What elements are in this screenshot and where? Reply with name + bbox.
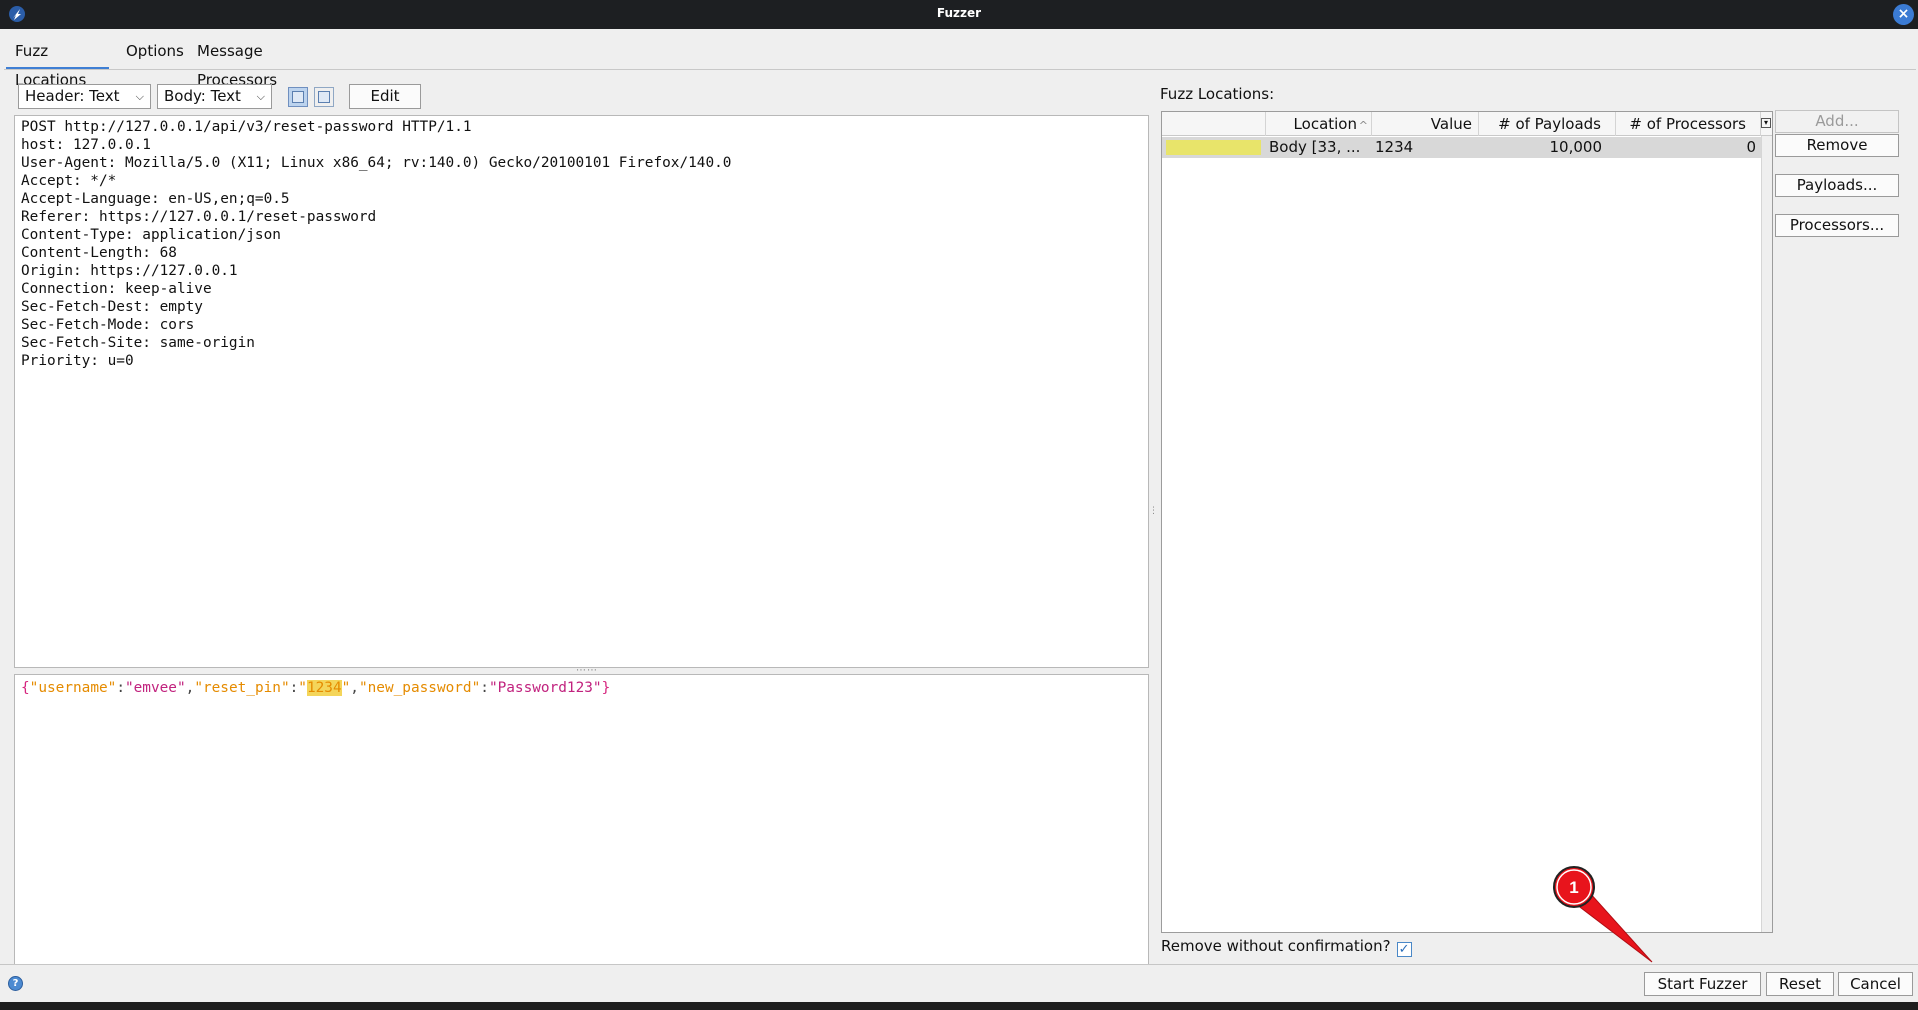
tab-divider xyxy=(4,69,1916,70)
sort-ascending-icon: ^ xyxy=(1358,119,1368,132)
body-line: {"username":"emvee","reset_pin":"1234","… xyxy=(21,680,611,696)
table-header: Location ^ Value # of Payloads # of Proc… xyxy=(1162,112,1772,136)
body-view-select[interactable]: Body: Text ⌵ xyxy=(157,84,272,109)
table-scrollbar[interactable] xyxy=(1761,136,1772,932)
chevron-down-icon: ⌵ xyxy=(135,90,144,103)
pane-splitter-handle[interactable]: ⋮ xyxy=(1149,507,1158,516)
fuzzer-dialog: Fuzz Locations Options Message Processor… xyxy=(0,29,1918,1002)
request-header-editor[interactable]: POST http://127.0.0.1/api/v3/reset-passw… xyxy=(14,115,1149,668)
processors-button[interactable]: Processors... xyxy=(1775,214,1899,237)
table-row[interactable]: Body [33, ... 1234 10,000 0 xyxy=(1162,137,1761,158)
body-view-value: Body: Text xyxy=(164,87,241,105)
dialog-button-bar: ? Start Fuzzer Reset Cancel xyxy=(0,964,1918,1002)
split-vertical-icon[interactable] xyxy=(288,87,308,107)
header-line: Sec-Fetch-Dest: empty xyxy=(21,299,203,315)
remove-confirmation-checkbox[interactable]: ✓ xyxy=(1396,942,1412,957)
cell-location: Body [33, ... xyxy=(1269,138,1361,156)
edit-button[interactable]: Edit xyxy=(349,84,421,109)
start-fuzzer-button[interactable]: Start Fuzzer xyxy=(1644,972,1761,996)
reset-button[interactable]: Reset xyxy=(1766,972,1834,996)
chevron-down-icon: ⌵ xyxy=(256,90,265,103)
column-processors[interactable]: # of Processors xyxy=(1616,112,1761,136)
window-title: Fuzzer xyxy=(936,6,982,20)
close-icon[interactable]: × xyxy=(1893,4,1914,25)
header-view-select[interactable]: Header: Text ⌵ xyxy=(18,84,151,109)
tab-fuzz-locations[interactable]: Fuzz Locations xyxy=(6,37,109,89)
column-payloads[interactable]: # of Payloads xyxy=(1479,112,1616,136)
request-body-editor[interactable]: {"username":"emvee","reset_pin":"1234","… xyxy=(14,674,1149,991)
tab-options[interactable]: Options xyxy=(117,37,184,70)
header-line: Content-Length: 68 xyxy=(21,245,177,261)
payloads-button[interactable]: Payloads... xyxy=(1775,174,1899,197)
header-line: Accept: */* xyxy=(21,173,117,189)
header-line: Sec-Fetch-Mode: cors xyxy=(21,317,195,333)
header-line: Sec-Fetch-Site: same-origin xyxy=(21,335,255,351)
window-bottom-edge xyxy=(0,1002,1918,1010)
add-location-button[interactable]: Add... xyxy=(1775,110,1899,133)
header-line: Accept-Language: en-US,en;q=0.5 xyxy=(21,191,290,207)
help-icon[interactable]: ? xyxy=(8,976,23,991)
column-color[interactable] xyxy=(1162,112,1266,136)
location-color-swatch xyxy=(1166,140,1261,155)
remove-location-button[interactable]: Remove xyxy=(1775,134,1899,157)
header-line: Content-Type: application/json xyxy=(21,227,281,243)
header-line: Origin: https://127.0.0.1 xyxy=(21,263,238,279)
fuzz-locations-label: Fuzz Locations: xyxy=(1160,85,1275,103)
cell-value: 1234 xyxy=(1375,138,1414,156)
header-line: Connection: keep-alive xyxy=(21,281,212,297)
header-line: Priority: u=0 xyxy=(21,353,134,369)
cell-payloads: 10,000 xyxy=(1549,138,1603,156)
tab-message-processors[interactable]: Message Processors xyxy=(188,37,330,89)
header-line: Referer: https://127.0.0.1/reset-passwor… xyxy=(21,209,377,225)
header-line: User-Agent: Mozilla/5.0 (X11; Linux x86_… xyxy=(21,155,732,171)
fuzz-locations-table[interactable]: Location ^ Value # of Payloads # of Proc… xyxy=(1161,111,1773,933)
header-line: POST http://127.0.0.1/api/v3/reset-passw… xyxy=(21,119,472,135)
cancel-button[interactable]: Cancel xyxy=(1838,972,1913,996)
header-view-value: Header: Text xyxy=(25,87,120,105)
column-location[interactable]: Location ^ xyxy=(1266,112,1372,136)
remove-without-confirmation: Remove without confirmation? ✓ xyxy=(1161,936,1412,957)
column-control-icon[interactable]: ▾ xyxy=(1761,118,1771,128)
cell-processors: 0 xyxy=(1746,138,1756,156)
remove-confirmation-label: Remove without confirmation? xyxy=(1161,937,1391,955)
split-horizontal-icon[interactable] xyxy=(314,87,334,107)
title-bar: Fuzzer × xyxy=(0,0,1918,29)
header-line: host: 127.0.0.1 xyxy=(21,137,151,153)
column-value[interactable]: Value xyxy=(1372,112,1479,136)
fuzz-highlight: 1234 xyxy=(306,680,342,696)
